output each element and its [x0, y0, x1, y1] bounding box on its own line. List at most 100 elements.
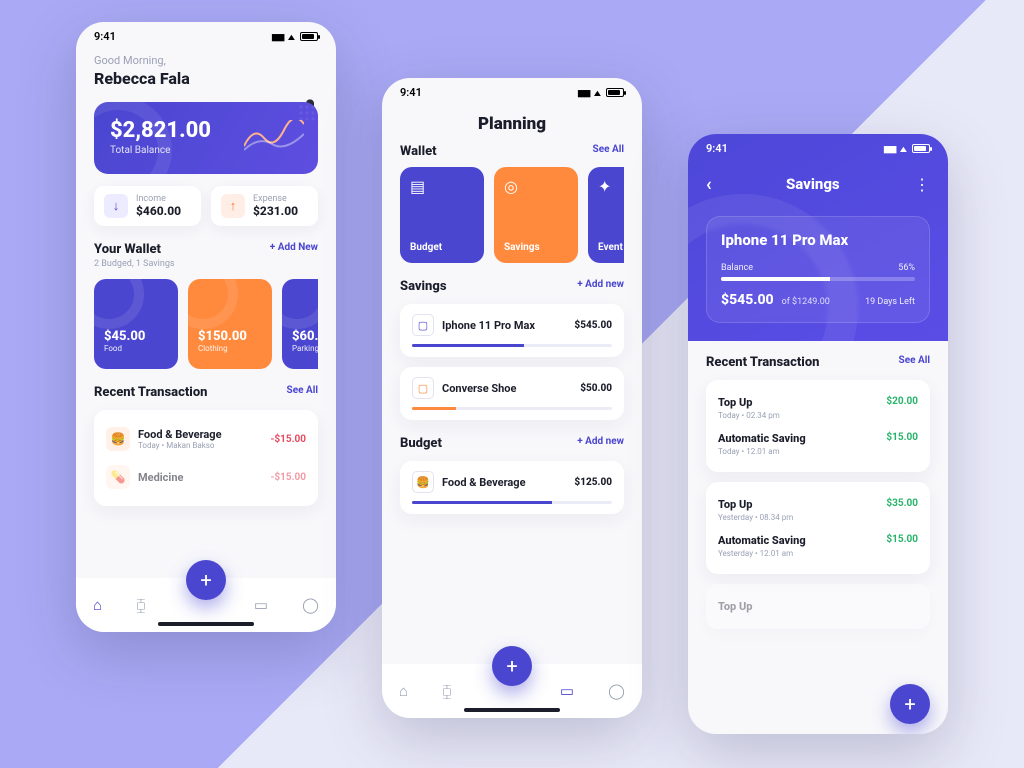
battery-icon	[606, 88, 624, 97]
home-tab-icon[interactable]: ⌂	[93, 596, 102, 614]
more-icon[interactable]: ⋮	[914, 175, 930, 194]
home-indicator	[158, 622, 254, 626]
add-new-link[interactable]: + Add new	[577, 279, 624, 290]
expense-value: $231.00	[253, 204, 298, 218]
tab-bar: ⌂ ⧮ ▭ ◯ +	[382, 664, 642, 718]
arrow-up-icon: ↑	[221, 194, 245, 218]
signal-icon	[271, 30, 283, 43]
phone-home: 9:41 Good Morning, Rebecca Fala $2,821.0…	[76, 22, 336, 632]
wallet-section-title: Wallet	[400, 144, 437, 159]
wallet-card-savings[interactable]: ◎ Savings	[494, 167, 578, 263]
wallet-card-parking[interactable]: $60. Parking	[282, 279, 318, 369]
recent-section-title: Recent Transaction	[94, 385, 207, 400]
tx-amount: $20.00	[886, 396, 918, 407]
wifi-icon	[899, 142, 908, 155]
balance-card[interactable]: $2,821.00 Total Balance	[94, 102, 318, 174]
bag-icon: ▢	[412, 314, 434, 336]
wallet-label: Budget	[410, 242, 474, 253]
wallet-card-event[interactable]: ✦ Event	[588, 167, 624, 263]
income-card[interactable]: ↓ Income $460.00	[94, 186, 201, 226]
tx-sub: Today • Makan Bakso	[138, 441, 222, 450]
wallet-amount: $45.00	[104, 329, 168, 344]
tx-amount: $35.00	[886, 498, 918, 509]
saving-name: Converse Shoe	[442, 382, 516, 395]
status-bar: 9:41	[382, 78, 642, 106]
add-fab[interactable]: +	[890, 684, 930, 724]
add-fab[interactable]: +	[186, 560, 226, 600]
phone-planning: 9:41 Planning Wallet See All ▤ Budget ◎ …	[382, 78, 642, 718]
wallet-carousel[interactable]: ▤ Budget ◎ Savings ✦ Event	[400, 167, 624, 263]
transaction-row[interactable]: Automatic Saving $15.00 Yesterday • 12.0…	[718, 528, 918, 564]
recent-section-title: Recent Transaction	[706, 355, 819, 370]
greeting: Good Morning,	[94, 54, 318, 67]
phone-savings-detail: 9:41 ‹ Savings ⋮ Iphone 11 Pro Max Balan…	[688, 134, 948, 734]
status-indicators	[883, 142, 930, 155]
tx-amount: -$15.00	[270, 472, 306, 483]
wallet-label: Savings	[504, 242, 568, 253]
income-value: $460.00	[136, 204, 181, 218]
saving-item[interactable]: ▢ Converse Shoe $50.00	[400, 367, 624, 420]
tx-amount: $15.00	[886, 534, 918, 545]
card-tab-icon[interactable]: ▭	[254, 596, 268, 614]
add-new-link[interactable]: + Add New	[270, 242, 318, 253]
wallet-card-clothing[interactable]: $150.00 Clothing	[188, 279, 272, 369]
wallet-carousel[interactable]: $45.00 Food $150.00 Clothing $60. Parkin…	[94, 279, 318, 369]
savings-item-name: Iphone 11 Pro Max	[721, 231, 915, 249]
wallet-label: Clothing	[198, 344, 262, 353]
tx-name: Automatic Saving	[718, 432, 806, 445]
card-tab-icon[interactable]: ▭	[560, 682, 574, 700]
tx-sub: Yesterday • 08.34 pm	[718, 513, 918, 522]
savings-summary-card: Iphone 11 Pro Max Balance 56% $545.00 of…	[706, 216, 930, 323]
stats-tab-icon[interactable]: ⧮	[136, 596, 146, 614]
home-tab-icon[interactable]: ⌂	[399, 682, 408, 700]
transaction-row[interactable]: Automatic Saving $15.00 Today • 12.01 am	[718, 426, 918, 462]
saving-item[interactable]: ▢ Iphone 11 Pro Max $545.00	[400, 304, 624, 357]
tx-sub: Today • 02.34 pm	[718, 411, 918, 420]
home-indicator	[464, 708, 560, 712]
transaction-row[interactable]: Top Up $35.00 Yesterday • 08.34 pm	[718, 492, 918, 528]
see-all-link[interactable]: See All	[287, 385, 318, 396]
event-icon: ✦	[598, 177, 611, 196]
transaction-group: Top Up	[706, 584, 930, 629]
profile-tab-icon[interactable]: ◯	[302, 596, 319, 614]
progress-bar	[412, 344, 612, 347]
battery-icon	[912, 144, 930, 153]
wifi-icon	[593, 86, 602, 99]
progress-bar	[721, 277, 915, 281]
wifi-icon	[287, 30, 296, 43]
status-indicators	[577, 86, 624, 99]
status-time: 9:41	[706, 142, 728, 155]
tx-name: Automatic Saving	[718, 534, 806, 547]
page-title: Planning	[382, 114, 642, 134]
see-all-link[interactable]: See All	[593, 144, 624, 155]
add-new-link[interactable]: + Add new	[577, 436, 624, 447]
income-label: Income	[136, 194, 181, 204]
transaction-row[interactable]: 💊 Medicine -$15.00	[106, 458, 306, 496]
profile-tab-icon[interactable]: ◯	[608, 682, 625, 700]
progress-bar	[412, 501, 612, 504]
target-amount: of $1249.00	[782, 297, 830, 307]
back-icon[interactable]: ‹	[706, 174, 712, 195]
transaction-row[interactable]: Top Up	[718, 594, 918, 619]
transaction-row[interactable]: Top Up $20.00 Today • 02.34 pm	[718, 390, 918, 426]
wallet-card-budget[interactable]: ▤ Budget	[400, 167, 484, 263]
add-fab[interactable]: +	[492, 646, 532, 686]
tx-sub: Yesterday • 12.01 am	[718, 549, 918, 558]
wallet-section-title: Your Wallet	[94, 242, 175, 257]
budget-item[interactable]: 🍔 Food & Beverage $125.00	[400, 461, 624, 514]
see-all-link[interactable]: See All	[899, 355, 930, 366]
balance-label: Balance	[721, 263, 753, 273]
status-time: 9:41	[400, 86, 422, 99]
status-bar: 9:41	[76, 22, 336, 50]
wallet-card-food[interactable]: $45.00 Food	[94, 279, 178, 369]
expense-card[interactable]: ↑ Expense $231.00	[211, 186, 318, 226]
stats-tab-icon[interactable]: ⧮	[442, 682, 452, 700]
days-left: 19 Days Left	[865, 297, 915, 307]
tx-name: Top Up	[718, 396, 752, 409]
tx-name: Top Up	[718, 600, 752, 613]
transaction-row[interactable]: 🍔 Food & Beverage Today • Makan Bakso -$…	[106, 420, 306, 458]
budget-icon: ▤	[410, 177, 425, 196]
user-name: Rebecca Fala	[94, 69, 318, 88]
progress-bar	[412, 407, 612, 410]
page-title: Savings	[786, 175, 840, 193]
